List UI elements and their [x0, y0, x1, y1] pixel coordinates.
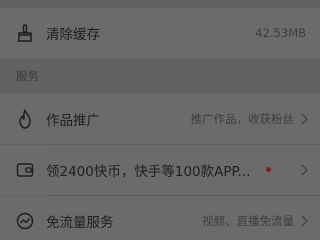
coins-offer-label: 领2400快币，快手等100款APP... — [46, 164, 251, 180]
speed-icon — [15, 211, 35, 231]
chevron-right-icon — [301, 215, 308, 227]
data-free-service-row[interactable]: 免流量服务 视频、直播免流量 — [0, 196, 320, 240]
services-section-title: 服务 — [16, 69, 39, 83]
settings-screen: 清除缓存 42.53MB 服务 作品推广 推广作品，收获粉丝 领2400快币，快… — [0, 0, 320, 240]
data-free-service-detail: 视频、直播免流量 — [202, 214, 294, 228]
coins-offer-row[interactable]: 领2400快币，快手等100款APP... — [0, 145, 320, 195]
clear-cache-label: 清除缓存 — [46, 27, 100, 43]
data-free-service-label: 免流量服务 — [46, 215, 114, 231]
chevron-right-icon — [301, 164, 308, 176]
promote-works-detail: 推广作品，收获粉丝 — [190, 112, 295, 126]
wallet-icon — [15, 160, 35, 180]
chevron-right-icon — [301, 113, 308, 125]
notification-dot — [266, 167, 271, 172]
broom-icon — [15, 23, 35, 43]
clear-cache-row[interactable]: 清除缓存 42.53MB — [0, 8, 320, 58]
services-section-header: 服务 — [0, 62, 320, 90]
promote-works-row[interactable]: 作品推广 推广作品，收获粉丝 — [0, 94, 320, 144]
cache-size-value: 42.53MB — [255, 26, 306, 40]
flame-icon — [15, 109, 35, 129]
promote-works-label: 作品推广 — [46, 113, 100, 129]
